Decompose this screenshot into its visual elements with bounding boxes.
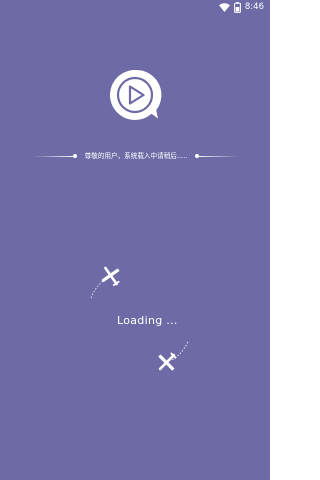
airplane-icon	[90, 266, 120, 299]
loading-message: 尊敬的用户，系统载入中请稍后.....	[84, 152, 188, 160]
splash-screen: 8:46 尊敬的用户，系统载入中请稍后..... Loading ...	[0, 0, 270, 480]
divider-line-right	[197, 156, 239, 157]
play-speech-bubble-icon	[107, 67, 163, 123]
divider-line-left	[32, 156, 74, 157]
status-time: 8:46	[244, 2, 264, 12]
divider-dot-left	[73, 154, 77, 158]
status-bar: 8:46	[0, 0, 270, 14]
status-icons: 8:46	[218, 1, 264, 13]
loading-label: Loading ...	[117, 314, 178, 327]
battery-icon	[234, 1, 241, 13]
airplane-icon	[158, 341, 189, 371]
loading-message-row: 尊敬的用户，系统载入中请稍后.....	[0, 150, 270, 164]
wifi-icon	[218, 2, 230, 12]
